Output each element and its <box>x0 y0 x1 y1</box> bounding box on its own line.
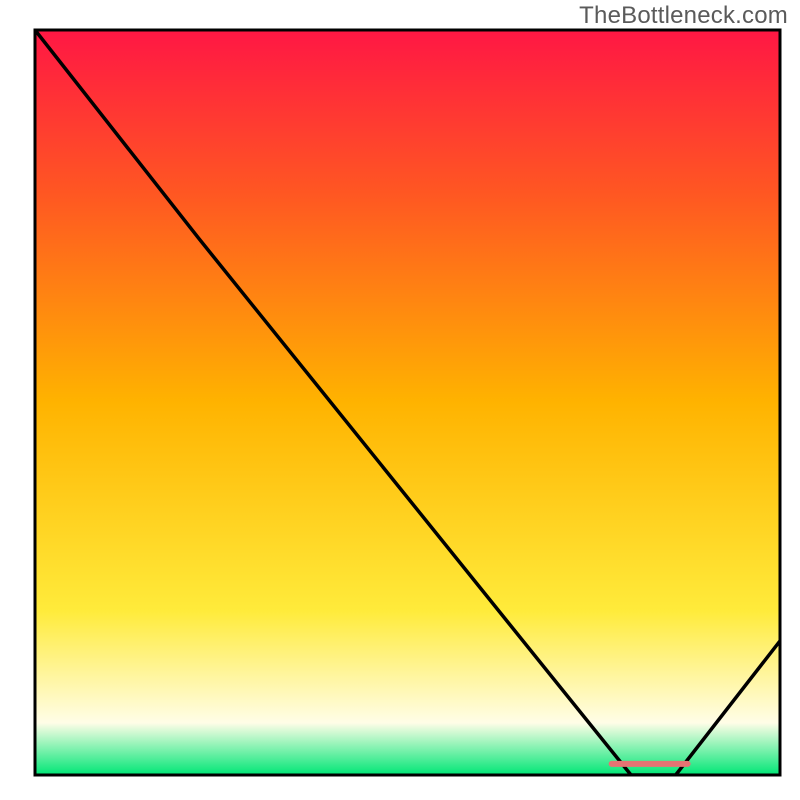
watermark-text: TheBottleneck.com <box>579 2 788 30</box>
bottleneck-chart <box>0 0 800 800</box>
chart-background-gradient <box>35 30 780 775</box>
chart-container: TheBottleneck.com <box>0 0 800 800</box>
optimal-band-marker <box>609 761 691 767</box>
